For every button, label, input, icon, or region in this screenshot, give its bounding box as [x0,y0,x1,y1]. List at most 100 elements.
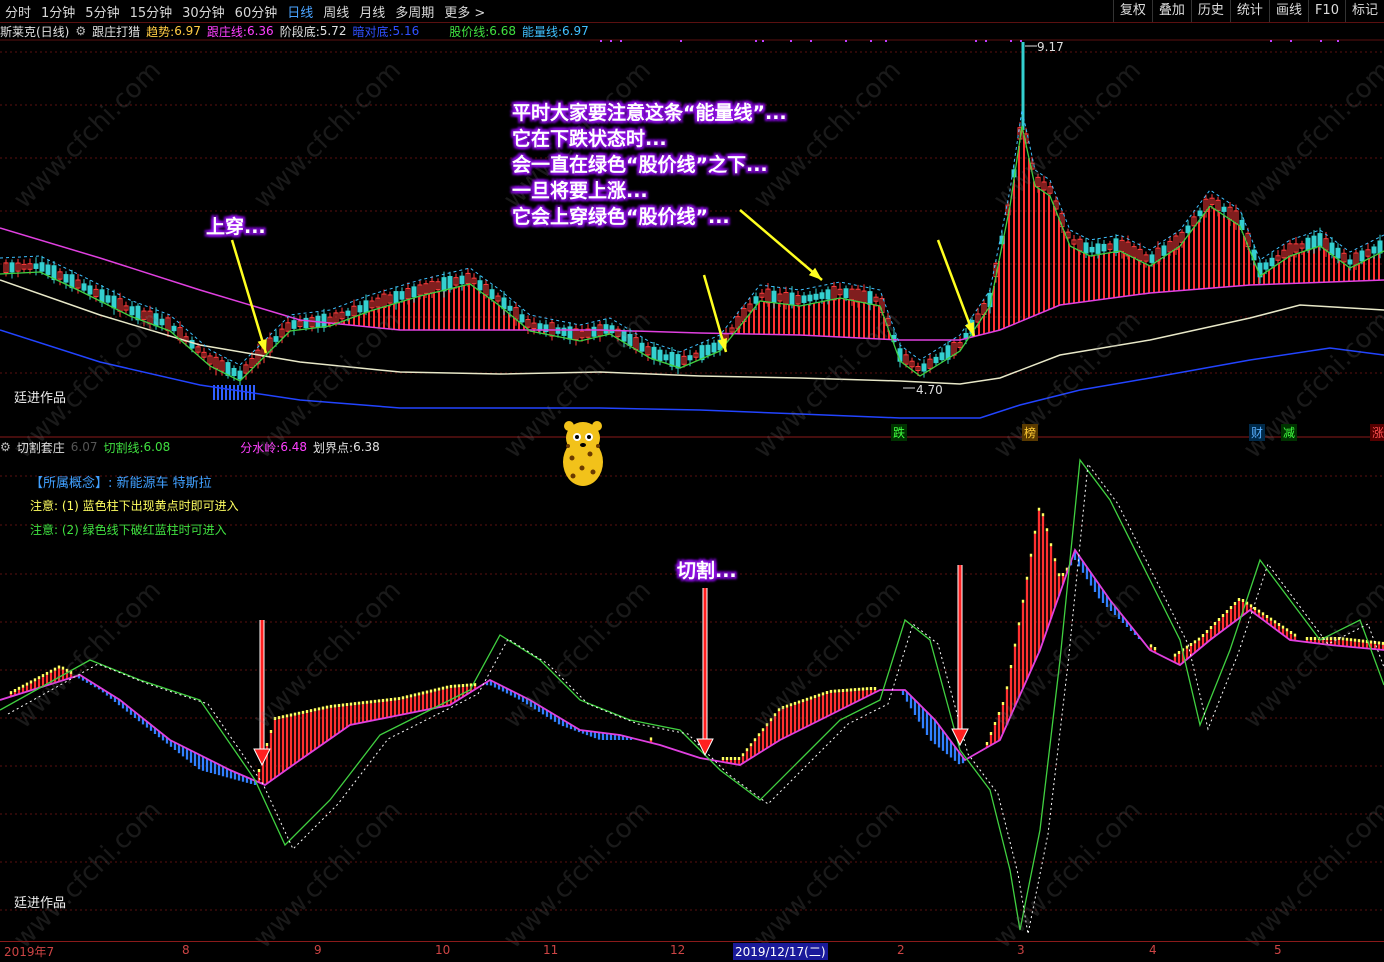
candle-body [63,274,69,283]
bar-cap [1013,643,1017,647]
bar-cap [1237,598,1241,601]
energy-line-annotation: 平时大家要注意这条“能量线”... 它在下跌状态时... 会一直在绿色“股价线”… [512,100,787,230]
bar-cap [1009,665,1013,668]
bar-cap [1265,615,1269,618]
bar-cap [429,689,433,693]
bar-cap [1257,609,1261,613]
bar-cap [1205,630,1209,633]
candle-body [225,362,231,376]
candle-body [567,326,573,340]
date-label: 11 [543,943,559,957]
bar-cap [405,695,409,699]
bar-cap [1197,637,1201,641]
candle-body [231,367,237,377]
candle-body [345,310,351,316]
candle-body [705,344,711,356]
bar-cap [1173,653,1177,657]
stage-bottom-line [0,279,1384,385]
bar-cap [9,691,13,695]
bar-cap [1209,626,1213,629]
bar-cap [401,696,405,700]
bar-cap [1061,573,1065,576]
bar-cap [869,687,873,690]
signal-dot [885,40,887,42]
candle-body [1359,250,1365,262]
bar-cap [1305,637,1309,640]
signal-fall: 跌 [891,424,908,441]
bar-cap [313,708,317,712]
bar-cap [813,695,817,699]
bar-cap [305,710,309,714]
bar-cap [37,676,41,680]
bar-cap [1225,610,1229,613]
date-label: 9 [314,943,322,957]
candle-body [273,336,279,342]
candle-body [1329,242,1335,256]
bar-cap [381,698,385,702]
bar-cap [1189,643,1193,646]
annotation-line-3: 会一直在绿色“股价线”之下... [512,154,768,176]
note-2: 注意: (2) 绿色线下破红蓝柱时可进入 [30,523,227,537]
candle-body [1305,237,1311,251]
concept-label: 【所属概念】: [30,476,113,491]
bar-cap [1221,614,1225,617]
bar-cap [289,713,293,717]
cross-annotation: 上穿... [206,216,266,238]
bar-cap [297,711,301,715]
bar-cap [1261,612,1265,616]
annotation-arrow [936,239,976,337]
candle-body [489,289,495,300]
candle-body [237,370,243,380]
bar-cap [453,684,457,688]
bar-cap [1025,576,1029,580]
bar-cap [29,680,33,684]
concept-value[interactable]: 新能源车 特斯拉 [117,476,212,491]
candle-body [591,326,597,337]
signal-dot [680,40,682,42]
candle-body [411,286,417,298]
bar-cap [649,737,653,741]
bar-cap [461,684,465,688]
candle-body [813,293,819,300]
date-axis: 2019年7 8 9 10 11 12 2019/12/17(二) 2 3 4 … [0,941,1384,962]
candle-body [1347,259,1353,265]
bar-cap [317,707,321,711]
candle-body [1095,243,1101,254]
bar-cap [741,753,745,757]
bar-cap [457,684,461,688]
bar-cap [433,688,437,692]
bar-cap [1185,645,1189,649]
bar-cap [1277,623,1281,626]
bar-cap [833,689,837,693]
bar-cap [357,701,361,705]
sub-settings-icon[interactable]: ⚙ [0,440,11,454]
candle-body [1197,210,1203,217]
sub-indicator-name[interactable]: 切割套庄 [17,439,65,456]
bar-cap [1249,604,1253,608]
bar-cap [349,702,353,706]
bar-cap [1021,599,1025,603]
bar-cap [821,692,825,696]
candle-body [663,354,669,361]
watershed-label: 分水岭: [240,440,281,455]
bar-cap [1377,641,1381,645]
bar-cap [733,757,737,760]
bar-cap [389,698,393,702]
candle-body [399,291,405,300]
bar-cap [345,703,349,707]
bar-cap [393,697,397,701]
bar-cap [1281,625,1285,629]
author-label-top: 廷进作品 [14,391,67,406]
bar-cap [749,743,753,747]
bar-cap [1177,651,1181,654]
candle-body [363,300,369,313]
boundary-label: 划界点: [313,440,354,455]
candle-body [675,354,681,369]
candle-body [639,342,645,352]
bar-cap [293,712,297,716]
candle-body [291,320,297,329]
bar-cap [1053,558,1057,562]
date-label: 10 [435,943,451,957]
bar-cap [413,693,417,697]
bar-cap [265,743,269,746]
